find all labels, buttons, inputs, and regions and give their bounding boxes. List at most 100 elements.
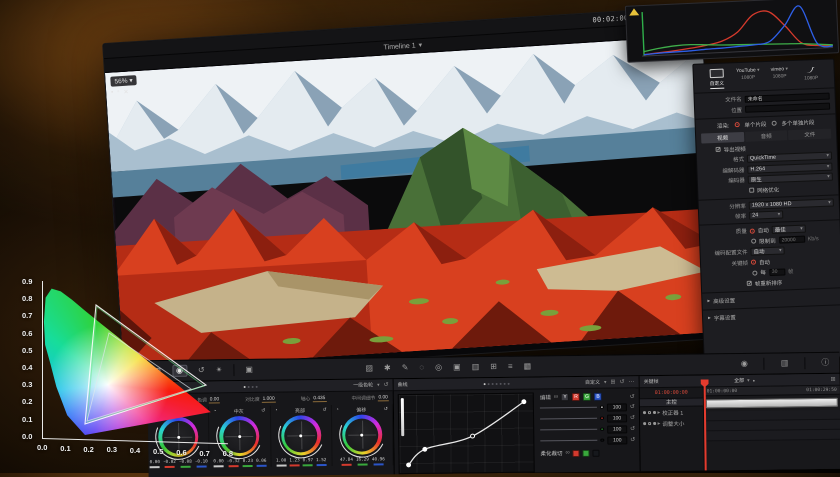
slider-reset-icon[interactable]: ↺: [630, 414, 635, 421]
tab-file[interactable]: 文件: [788, 128, 831, 140]
slider-reset-icon[interactable]: ↺: [630, 425, 635, 432]
curve-link-icon[interactable]: ∞: [554, 394, 558, 400]
palette-icon-tracker[interactable]: ◎: [435, 364, 442, 372]
location-input[interactable]: [745, 103, 830, 113]
palette-icon-motion[interactable]: ▣: [245, 366, 253, 374]
wheel-value[interactable]: -0.10: [195, 460, 208, 468]
render-single-label[interactable]: 单个片段: [744, 120, 766, 129]
render-single-radio[interactable]: [734, 122, 739, 127]
track-keyframe-dot[interactable]: [653, 422, 656, 425]
track-enable-dot[interactable]: [643, 422, 646, 425]
preset-custom[interactable]: 自定义: [701, 68, 733, 89]
wheel-value[interactable]: 1.00: [276, 459, 286, 467]
viewer-zoom-select[interactable]: 56% ▾: [110, 75, 137, 87]
keyframes-auto-radio[interactable]: [751, 260, 756, 265]
curves-preset-dropdown-icon[interactable]: ▾: [604, 379, 607, 385]
frame-reorder-checkbox[interactable]: ✓: [747, 281, 752, 286]
tab-audio[interactable]: 音频: [745, 130, 788, 142]
quality-best-select[interactable]: 最佳▾: [772, 225, 806, 234]
color-wheel-1[interactable]: [219, 416, 259, 456]
palette-icon-wheels[interactable]: ▧: [153, 367, 161, 375]
wheels-reset-icon[interactable]: ↺: [384, 381, 389, 388]
curve-point[interactable]: [407, 463, 411, 467]
curves-reset-icon[interactable]: ↺: [620, 378, 625, 385]
keyframes-filter[interactable]: 全部: [734, 377, 744, 384]
wheels-page-dots[interactable]: [243, 385, 257, 387]
palette-icon-mixer[interactable]: ✴: [216, 366, 223, 374]
wheel-mode-icon[interactable]: ◔: [152, 409, 155, 415]
curves-preset[interactable]: 自定义: [585, 379, 600, 386]
profile-select[interactable]: 自动▾: [750, 246, 784, 255]
palette-icon-window[interactable]: ◌: [419, 364, 424, 372]
keyframes-expand-icon[interactable]: ⊞: [831, 376, 836, 383]
channel-r-button[interactable]: R: [572, 393, 580, 401]
palette-icon-key[interactable]: ⊞: [490, 363, 497, 371]
format-select[interactable]: QuickTime▾: [747, 152, 832, 163]
slider-value[interactable]: 100: [607, 414, 627, 422]
wheel-value[interactable]: 1.52: [316, 458, 326, 466]
keyframes-filter-dropdown-icon[interactable]: ▾: [747, 377, 750, 383]
export-video-checkbox[interactable]: ✓: [716, 147, 721, 152]
channel-slider[interactable]: [540, 440, 597, 442]
filename-input[interactable]: 未命名: [745, 92, 830, 102]
channel-g-button[interactable]: G: [583, 393, 591, 401]
framerate-select[interactable]: 24▾: [749, 210, 783, 219]
preset-youtube[interactable]: YouTube ▾ 1080P: [732, 67, 764, 81]
keyframes-timeline[interactable]: 01:00:00:00 01:00:29:50: [704, 386, 840, 471]
advanced-settings-row[interactable]: ▸ 高级设置: [707, 292, 837, 305]
quality-limit-input[interactable]: 20000: [779, 236, 805, 244]
channel-y-button[interactable]: Y: [561, 393, 569, 401]
track-enable-dot[interactable]: [643, 411, 646, 414]
keyframes-every-radio[interactable]: [752, 270, 757, 275]
palette-icon-sizing[interactable]: ≡: [508, 363, 513, 371]
timeline-tab[interactable]: Timeline 1: [383, 42, 415, 51]
softclip-r-button[interactable]: [573, 449, 580, 456]
softclip-g-button[interactable]: [583, 449, 590, 456]
slider-handle[interactable]: [601, 438, 605, 442]
curve-point[interactable]: [423, 447, 427, 451]
slider-value[interactable]: 100: [607, 403, 627, 411]
preset-twitter[interactable]: 1080P: [795, 65, 827, 82]
wheels-panel-title[interactable]: 一级色轮: [353, 381, 373, 388]
param-middetail[interactable]: 中间调细节0.00: [351, 394, 388, 401]
wheel-mode-icon[interactable]: ◔: [213, 408, 216, 414]
palette-icon-magicmask[interactable]: ▣: [453, 363, 461, 371]
slider-reset-icon[interactable]: ↺: [630, 436, 635, 443]
param-temp[interactable]: 色温0.0: [152, 397, 172, 404]
palette-icon-stereo[interactable]: ▦: [524, 363, 532, 371]
codec-select[interactable]: H.264▾: [747, 162, 832, 173]
wheel-value[interactable]: 0.00: [213, 459, 223, 467]
channel-slider[interactable]: [540, 407, 597, 409]
wheel-reset-icon[interactable]: ↺: [322, 407, 326, 413]
info-icon[interactable]: ⓘ: [821, 359, 829, 367]
viewer-tool-icon-2[interactable]: ▫: [117, 89, 120, 96]
curves-expand-icon[interactable]: ⊞: [610, 379, 615, 386]
timeline-dropdown-icon[interactable]: ▾: [418, 42, 422, 49]
quality-auto-radio[interactable]: [750, 228, 755, 233]
wheel-value[interactable]: 0.00: [150, 460, 160, 468]
encoder-select[interactable]: 原生▾: [748, 173, 833, 184]
slider-handle[interactable]: [601, 427, 605, 431]
subtitle-settings-row[interactable]: ▸ 字幕设置: [708, 309, 838, 322]
param-pivot[interactable]: 轴心0.435: [301, 395, 327, 402]
track-row-sizing[interactable]: ▸ 调整大小: [640, 417, 703, 429]
curve-editor[interactable]: [398, 393, 535, 475]
curve-point[interactable]: [471, 434, 475, 438]
palette-icon-curves[interactable]: ▨: [365, 364, 373, 372]
color-wheel-0[interactable]: [158, 417, 198, 457]
keyframes-ruler[interactable]: 01:00:00:00 01:00:29:50: [704, 386, 840, 397]
wheel-mode-icon[interactable]: ◔: [274, 408, 277, 414]
quality-limit-radio[interactable]: [751, 239, 756, 244]
gallery-icon[interactable]: ◉: [741, 360, 748, 368]
wheel-value[interactable]: -0.32: [227, 459, 240, 467]
render-multi-label[interactable]: 多个单独片段: [781, 118, 814, 127]
wheel-reset-icon[interactable]: ↺: [384, 406, 388, 412]
preset-vimeo[interactable]: vimeo ▾ 1080P: [763, 66, 795, 80]
param-tint[interactable]: 色调0.00: [197, 396, 220, 403]
resolution-select[interactable]: 1920 x 1080 HD▾: [749, 198, 834, 209]
palette-icon-hdr[interactable]: ↺: [198, 367, 205, 375]
color-wheel-3[interactable]: [342, 414, 382, 454]
slider-reset-icon[interactable]: ↺: [630, 403, 635, 410]
lock-icon[interactable]: [647, 411, 651, 415]
palette-icon-warper[interactable]: ✱: [384, 364, 391, 372]
